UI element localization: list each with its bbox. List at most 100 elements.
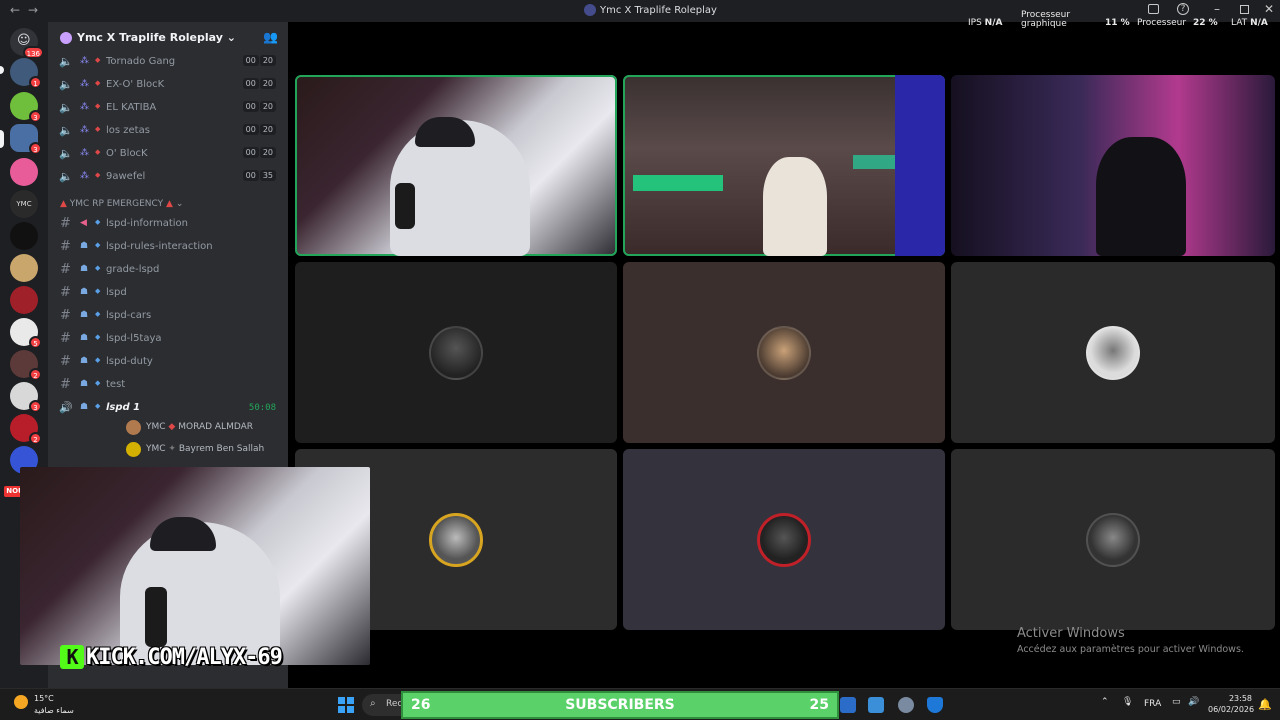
- voice-channel-item[interactable]: 🔈 ⁂ ◆ los zetas 00 20: [56, 121, 284, 141]
- speaker-icon: 🔈: [59, 101, 73, 114]
- police-officer-icon: ☗: [80, 333, 89, 343]
- video-tile-3[interactable]: [951, 75, 1275, 256]
- active-voice-channel[interactable]: 🔊 ☗ ◆ lspd 1 50:08: [56, 398, 284, 418]
- forward-arrow-icon[interactable]: →: [28, 3, 38, 17]
- blue-diamond-icon: ◆: [95, 310, 101, 318]
- server-icon-8[interactable]: 5: [10, 318, 42, 349]
- voice-channel-item[interactable]: 🔈 ⁂ ◆ EX-O' BlocK 00 20: [56, 75, 284, 95]
- voice-tile[interactable]: [623, 449, 945, 630]
- server-icon-2[interactable]: 3: [10, 92, 42, 123]
- hash-icon: #: [60, 285, 71, 300]
- microphone-shape: [145, 587, 167, 647]
- microphone-icon[interactable]: 🎙: [1122, 697, 1133, 707]
- server-icon-10[interactable]: 3: [10, 382, 42, 413]
- video-person: [1096, 137, 1186, 256]
- red-diamond-icon: ◆: [95, 148, 101, 156]
- server-badge-icon: [60, 32, 72, 44]
- hash-icon: #: [60, 377, 71, 392]
- steam-icon[interactable]: [840, 697, 856, 713]
- back-arrow-icon[interactable]: ←: [10, 3, 20, 17]
- avatar: [1086, 512, 1140, 567]
- voice-channel-item[interactable]: 🔈 ⁂ ◆ EL KATIBA 00 20: [56, 98, 284, 118]
- text-channel-item[interactable]: # ☗ ◆ lspd-duty: [56, 352, 284, 372]
- voice-timer: 50:08: [248, 403, 276, 413]
- unread-pill: [0, 66, 4, 74]
- hash-icon: #: [60, 262, 71, 277]
- server-icon-6[interactable]: [10, 254, 38, 282]
- server-icon-7[interactable]: [10, 286, 38, 314]
- user-limit: 00 35: [242, 170, 276, 181]
- police-officer-icon: ☗: [80, 402, 89, 412]
- user-limit: 00 20: [242, 101, 276, 112]
- red-diamond-icon: ◆: [95, 171, 101, 179]
- category-header[interactable]: ▲ YMC RP EMERGENCY ▲ ⌄: [60, 199, 183, 209]
- blue-diamond-icon: ◆: [95, 264, 101, 272]
- red-diamond-icon: ◆: [95, 102, 101, 110]
- settings-gear-icon[interactable]: [898, 697, 914, 713]
- server-icon-ymc[interactable]: 3: [10, 124, 42, 155]
- voice-tile[interactable]: [951, 449, 1275, 630]
- server-icon-5[interactable]: [10, 222, 38, 250]
- volume-icon[interactable]: 🔊: [1188, 697, 1199, 707]
- people-icon: ⁂: [80, 56, 89, 66]
- avatar: [126, 442, 141, 457]
- start-button[interactable]: [338, 697, 354, 713]
- shield-icon[interactable]: [927, 697, 943, 713]
- server-icon-9[interactable]: 2: [10, 350, 42, 381]
- search-icon: ⌕: [370, 698, 376, 709]
- blue-diamond-icon: ◆: [95, 287, 101, 295]
- voice-channel-item[interactable]: 🔈 ⁂ ◆ Tornado Gang 00 20: [56, 52, 284, 72]
- subscriber-goal-bar: SUBSCRIBERS 26 25: [401, 691, 839, 719]
- hash-icon: #: [60, 239, 71, 254]
- voice-channel-item[interactable]: 🔈 ⁂ ◆ O' BlocK 00 20: [56, 144, 284, 164]
- kick-logo-icon: K: [60, 645, 84, 669]
- people-icon: ⁂: [80, 79, 89, 89]
- server-icon-3[interactable]: [10, 158, 38, 186]
- direct-messages-button[interactable]: ☺ 136: [10, 28, 44, 59]
- text-channel-item[interactable]: # ☗ ◆ lspd-l5taya: [56, 329, 284, 349]
- text-channel-item[interactable]: # ☗ ◆ lspd-rules-interaction: [56, 237, 284, 257]
- text-channel-item[interactable]: # ☗ ◆ lspd-cars: [56, 306, 284, 326]
- photos-icon[interactable]: [868, 697, 884, 713]
- text-channel-item[interactable]: # ◀ ◆ lspd-information: [56, 214, 284, 234]
- server-header[interactable]: Ymc X Traplife Roleplay ⌄ 👥: [48, 22, 288, 54]
- text-channel-item[interactable]: # ☗ ◆ test: [56, 375, 284, 395]
- language-indicator[interactable]: FRA: [1144, 699, 1161, 709]
- mentions-badge: 136: [22, 46, 44, 59]
- speaker-icon: 🔈: [59, 124, 73, 137]
- voice-tile[interactable]: [295, 262, 617, 443]
- server-icon-1[interactable]: 1: [10, 58, 42, 89]
- hash-icon: #: [60, 354, 71, 369]
- kick-channel-banner: K KICK.COM/ALYX-69: [60, 645, 283, 671]
- police-officer-icon: ☗: [80, 264, 89, 274]
- police-officer-icon: ☗: [80, 356, 89, 366]
- text-channel-item[interactable]: # ☗ ◆ lspd: [56, 283, 284, 303]
- notification-bell-icon[interactable]: 🔔: [1258, 698, 1272, 711]
- hash-icon: #: [60, 216, 71, 231]
- hash-icon: #: [60, 331, 71, 346]
- avatar: [1086, 325, 1140, 380]
- voice-tile[interactable]: [623, 262, 945, 443]
- speaker-icon: 🔈: [59, 78, 73, 91]
- voice-channel-item[interactable]: 🔈 ⁂ ◆ 9awefel 00 35: [56, 167, 284, 187]
- blue-diamond-icon: ◆: [95, 333, 101, 341]
- video-tile-streamer[interactable]: [295, 75, 617, 256]
- window-title: Ymc X Traplife Roleplay: [584, 4, 717, 16]
- text-channel-item[interactable]: # ☗ ◆ grade-lspd: [56, 260, 284, 280]
- server-icon-11[interactable]: 2: [10, 414, 42, 445]
- sun-icon: [14, 695, 28, 709]
- network-icon[interactable]: ▭: [1172, 697, 1181, 707]
- taskbar-clock[interactable]: 23:58 06/02/2026: [1208, 694, 1254, 714]
- chevron-up-icon[interactable]: ⌃: [1101, 697, 1109, 707]
- video-tile-2[interactable]: [623, 75, 945, 256]
- red-diamond-icon: ◆: [168, 422, 176, 432]
- activation-watermark: Activer Windows Accédez aux paramètres p…: [1017, 626, 1244, 655]
- people-icon: ⁂: [80, 102, 89, 112]
- red-diamond-icon: ◆: [95, 79, 101, 87]
- add-member-icon[interactable]: 👥: [263, 30, 278, 44]
- blue-diamond-icon: ◆: [95, 379, 101, 387]
- avatar: [429, 512, 483, 567]
- voice-tile[interactable]: [951, 262, 1275, 443]
- server-icon-4[interactable]: YMC: [10, 190, 38, 218]
- taskbar: 15°C سماء صافية ⌕ Rec SUBSCRIBERS 26 25 …: [0, 688, 1280, 720]
